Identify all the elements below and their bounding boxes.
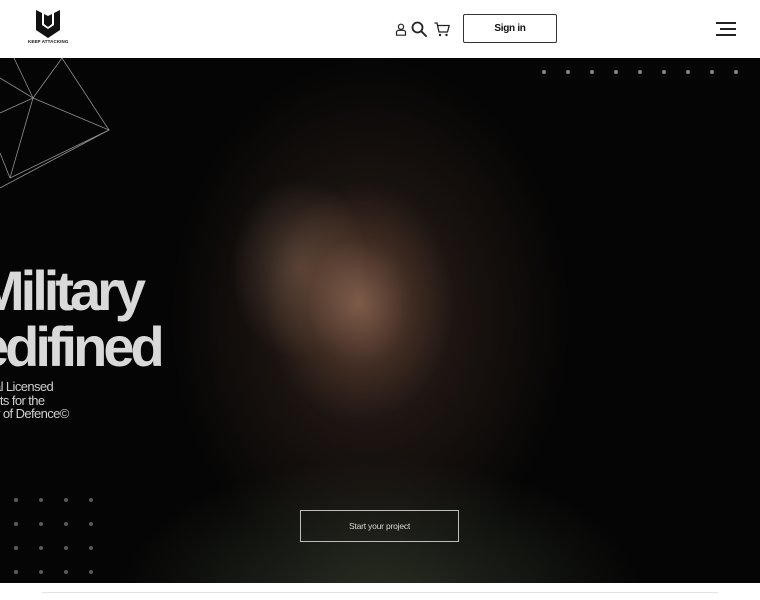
brand-logo[interactable]: KEEP ATTACKING (28, 10, 68, 46)
headline-line-1: Military (0, 259, 146, 322)
wireframe-polygon-decoration (0, 58, 110, 188)
user-icon[interactable] (392, 20, 410, 38)
site-header: KEEP ATTACKING Sign in (0, 0, 760, 58)
hero-subtitle: al Licensed cts for the y of Defence© (0, 380, 69, 421)
hamburger-menu-icon[interactable] (716, 21, 736, 37)
sign-in-button[interactable]: Sign in (463, 14, 557, 43)
headline-line-2: edifined (0, 315, 165, 378)
search-icon[interactable] (410, 20, 428, 38)
subtitle-line-3: y of Defence© (0, 406, 69, 421)
hero-headline: Military edifined (0, 259, 165, 378)
cart-icon[interactable] (433, 20, 451, 38)
section-divider (42, 592, 718, 593)
subtitle-line-2: cts for the (0, 392, 45, 408)
brand-wordmark: KEEP ATTACKING (28, 39, 69, 44)
hero-banner: Military edifined al Licensed cts for th… (0, 58, 760, 583)
dot-pattern-left (14, 498, 99, 578)
shield-book-logo-icon (36, 10, 60, 38)
subtitle-line-1: al Licensed (0, 379, 54, 394)
start-project-button[interactable]: Start your project (300, 510, 459, 542)
dot-pattern-top (540, 70, 750, 78)
